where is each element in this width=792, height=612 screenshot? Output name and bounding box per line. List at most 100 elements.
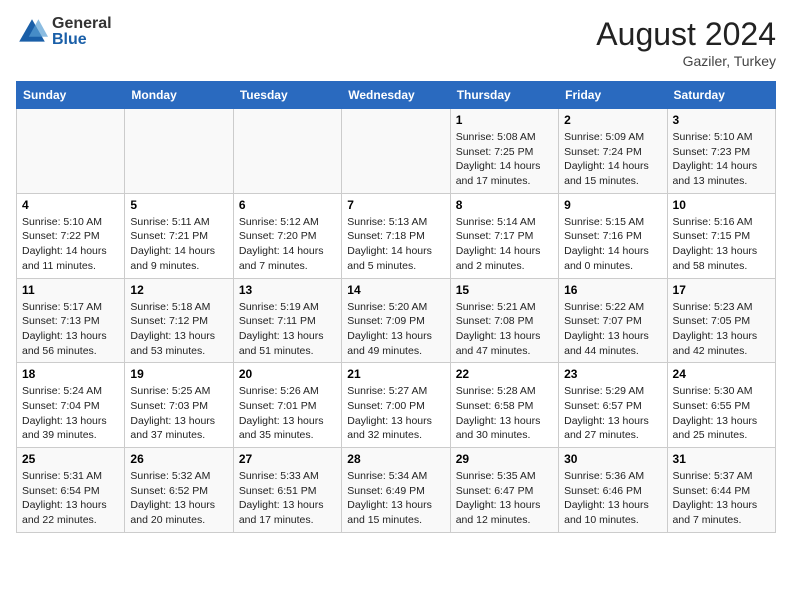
day-number: 21 [347, 367, 444, 381]
calendar-cell: 10Sunrise: 5:16 AM Sunset: 7:15 PM Dayli… [667, 193, 775, 278]
logo-icon [16, 16, 48, 48]
calendar-cell [17, 109, 125, 194]
day-number: 10 [673, 198, 770, 212]
calendar-cell: 6 Sunrise: 5:12 AM Sunset: 7:20 PM Daylig… [233, 193, 341, 278]
day-info: Sunrise: 5:18 AM Sunset: 7:12 PM Dayligh… [130, 300, 227, 359]
day-number: 4 [22, 198, 119, 212]
day-number: 1 [456, 113, 553, 127]
calendar-cell: 27Sunrise: 5:33 AM Sunset: 6:51 PM Dayli… [233, 448, 341, 533]
day-info: Sunrise: 5:31 AM Sunset: 6:54 PM Dayligh… [22, 469, 119, 528]
day-info: Sunrise: 5:17 AM Sunset: 7:13 PM Dayligh… [22, 300, 119, 359]
calendar-cell: 15Sunrise: 5:21 AM Sunset: 7:08 PM Dayli… [450, 278, 558, 363]
calendar-week-row: 18 Sunrise: 5:24 AM Sunset: 7:04 PM Dayli… [17, 363, 776, 448]
calendar-cell: 16 Sunrise: 5:22 AM Sunset: 7:07 PM Dayli… [559, 278, 667, 363]
day-number: 5 [130, 198, 227, 212]
calendar-table: SundayMondayTuesdayWednesdayThursdayFrid… [16, 81, 776, 533]
day-info: Sunrise: 5:26 AM Sunset: 7:01 PM Dayligh… [239, 384, 336, 443]
calendar-week-row: 1 Sunrise: 5:08 AM Sunset: 7:25 PM Daylig… [17, 109, 776, 194]
calendar-cell: 7 Sunrise: 5:13 AM Sunset: 7:18 PM Daylig… [342, 193, 450, 278]
day-number: 30 [564, 452, 661, 466]
day-info: Sunrise: 5:22 AM Sunset: 7:07 PM Dayligh… [564, 300, 661, 359]
day-number: 7 [347, 198, 444, 212]
weekday-header: Monday [125, 82, 233, 109]
page-header: General Blue August 2024 Gaziler, Turkey [16, 16, 776, 69]
logo-text: General Blue [52, 16, 112, 48]
calendar-cell: 5 Sunrise: 5:11 AM Sunset: 7:21 PM Daylig… [125, 193, 233, 278]
day-number: 17 [673, 283, 770, 297]
day-info: Sunrise: 5:19 AM Sunset: 7:11 PM Dayligh… [239, 300, 336, 359]
calendar-week-row: 25 Sunrise: 5:31 AM Sunset: 6:54 PM Dayli… [17, 448, 776, 533]
logo-general: General [52, 16, 112, 32]
weekday-header: Sunday [17, 82, 125, 109]
calendar-cell: 9Sunrise: 5:15 AM Sunset: 7:16 PM Daylig… [559, 193, 667, 278]
day-number: 12 [130, 283, 227, 297]
day-number: 16 [564, 283, 661, 297]
calendar-cell: 25 Sunrise: 5:31 AM Sunset: 6:54 PM Dayli… [17, 448, 125, 533]
day-number: 26 [130, 452, 227, 466]
calendar-cell [342, 109, 450, 194]
calendar-cell: 8 Sunrise: 5:14 AM Sunset: 7:17 PM Daylig… [450, 193, 558, 278]
day-info: Sunrise: 5:11 AM Sunset: 7:21 PM Dayligh… [130, 215, 227, 274]
calendar-cell: 30 Sunrise: 5:36 AM Sunset: 6:46 PM Dayli… [559, 448, 667, 533]
day-number: 2 [564, 113, 661, 127]
day-number: 6 [239, 198, 336, 212]
location: Gaziler, Turkey [596, 53, 776, 69]
weekday-header: Tuesday [233, 82, 341, 109]
day-info: Sunrise: 5:32 AM Sunset: 6:52 PM Dayligh… [130, 469, 227, 528]
weekday-header: Saturday [667, 82, 775, 109]
day-number: 20 [239, 367, 336, 381]
day-info: Sunrise: 5:24 AM Sunset: 7:04 PM Dayligh… [22, 384, 119, 443]
day-number: 28 [347, 452, 444, 466]
day-info: Sunrise: 5:10 AM Sunset: 7:23 PM Dayligh… [673, 130, 770, 189]
calendar-cell: 13Sunrise: 5:19 AM Sunset: 7:11 PM Dayli… [233, 278, 341, 363]
calendar-cell: 17 Sunrise: 5:23 AM Sunset: 7:05 PM Dayli… [667, 278, 775, 363]
day-number: 11 [22, 283, 119, 297]
calendar-cell: 20 Sunrise: 5:26 AM Sunset: 7:01 PM Dayli… [233, 363, 341, 448]
calendar-cell: 4 Sunrise: 5:10 AM Sunset: 7:22 PM Daylig… [17, 193, 125, 278]
day-info: Sunrise: 5:21 AM Sunset: 7:08 PM Dayligh… [456, 300, 553, 359]
day-number: 24 [673, 367, 770, 381]
calendar-cell: 3 Sunrise: 5:10 AM Sunset: 7:23 PM Daylig… [667, 109, 775, 194]
weekday-header: Wednesday [342, 82, 450, 109]
calendar-cell [125, 109, 233, 194]
day-number: 25 [22, 452, 119, 466]
day-number: 27 [239, 452, 336, 466]
day-info: Sunrise: 5:09 AM Sunset: 7:24 PM Dayligh… [564, 130, 661, 189]
day-info: Sunrise: 5:12 AM Sunset: 7:20 PM Dayligh… [239, 215, 336, 274]
day-number: 9 [564, 198, 661, 212]
calendar-cell [233, 109, 341, 194]
day-info: Sunrise: 5:30 AM Sunset: 6:55 PM Dayligh… [673, 384, 770, 443]
day-number: 8 [456, 198, 553, 212]
day-info: Sunrise: 5:37 AM Sunset: 6:44 PM Dayligh… [673, 469, 770, 528]
day-number: 3 [673, 113, 770, 127]
day-number: 29 [456, 452, 553, 466]
day-info: Sunrise: 5:36 AM Sunset: 6:46 PM Dayligh… [564, 469, 661, 528]
calendar-cell: 1 Sunrise: 5:08 AM Sunset: 7:25 PM Daylig… [450, 109, 558, 194]
day-number: 14 [347, 283, 444, 297]
day-info: Sunrise: 5:27 AM Sunset: 7:00 PM Dayligh… [347, 384, 444, 443]
day-info: Sunrise: 5:29 AM Sunset: 6:57 PM Dayligh… [564, 384, 661, 443]
day-info: Sunrise: 5:25 AM Sunset: 7:03 PM Dayligh… [130, 384, 227, 443]
day-info: Sunrise: 5:23 AM Sunset: 7:05 PM Dayligh… [673, 300, 770, 359]
calendar-cell: 23Sunrise: 5:29 AM Sunset: 6:57 PM Dayli… [559, 363, 667, 448]
day-info: Sunrise: 5:20 AM Sunset: 7:09 PM Dayligh… [347, 300, 444, 359]
calendar-cell: 29 Sunrise: 5:35 AM Sunset: 6:47 PM Dayli… [450, 448, 558, 533]
logo-blue: Blue [52, 32, 112, 48]
weekday-header-row: SundayMondayTuesdayWednesdayThursdayFrid… [17, 82, 776, 109]
day-info: Sunrise: 5:13 AM Sunset: 7:18 PM Dayligh… [347, 215, 444, 274]
day-info: Sunrise: 5:35 AM Sunset: 6:47 PM Dayligh… [456, 469, 553, 528]
weekday-header: Friday [559, 82, 667, 109]
day-info: Sunrise: 5:10 AM Sunset: 7:22 PM Dayligh… [22, 215, 119, 274]
logo: General Blue [16, 16, 112, 48]
day-info: Sunrise: 5:08 AM Sunset: 7:25 PM Dayligh… [456, 130, 553, 189]
day-number: 18 [22, 367, 119, 381]
day-info: Sunrise: 5:14 AM Sunset: 7:17 PM Dayligh… [456, 215, 553, 274]
day-number: 19 [130, 367, 227, 381]
calendar-week-row: 4 Sunrise: 5:10 AM Sunset: 7:22 PM Daylig… [17, 193, 776, 278]
day-info: Sunrise: 5:28 AM Sunset: 6:58 PM Dayligh… [456, 384, 553, 443]
day-number: 22 [456, 367, 553, 381]
calendar-cell: 24 Sunrise: 5:30 AM Sunset: 6:55 PM Dayli… [667, 363, 775, 448]
calendar-cell: 31 Sunrise: 5:37 AM Sunset: 6:44 PM Dayli… [667, 448, 775, 533]
day-number: 31 [673, 452, 770, 466]
calendar-cell: 11 Sunrise: 5:17 AM Sunset: 7:13 PM Dayli… [17, 278, 125, 363]
